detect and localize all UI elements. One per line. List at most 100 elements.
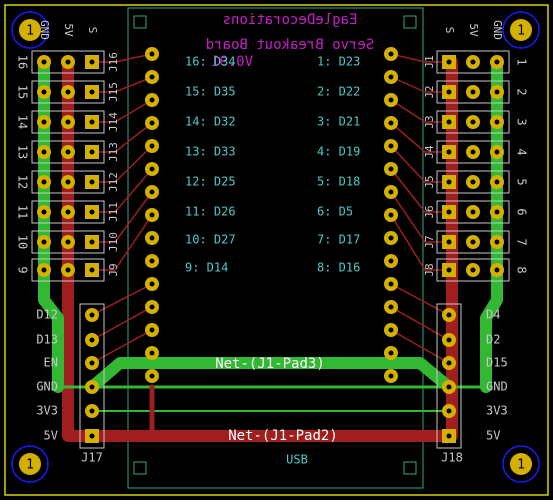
pad-drill [388,120,394,126]
pad-drill [41,209,47,215]
right-connector-ref: J2 [423,85,436,98]
pad-drill [89,59,95,65]
pad-drill [494,119,500,125]
right-connector-ref: J7 [423,235,436,248]
pad-drill [446,360,452,366]
pin-map-left: 13: D33 [185,145,236,159]
left-row-number: 12 [16,175,30,189]
net-label-pad3: Net-(J1-Pad3) [215,356,325,372]
pad-drill [149,281,155,287]
right-connector-ref: J4 [423,145,436,159]
pad-drill [41,239,47,245]
right-col-header: S [443,27,456,34]
pad-drill [149,327,155,333]
pad-drill [149,258,155,264]
pin-map-left: 11: D26 [185,205,236,219]
pad-drill [65,89,71,95]
pad-drill [494,179,500,185]
j18-pin-label: 3V3 [486,404,508,418]
right-row-number: 2 [515,88,529,95]
right-col-header: 5V [467,23,480,37]
pad-drill [149,74,155,80]
pad-drill [388,97,394,103]
pad-drill [446,337,452,343]
pin-map-right: 7: D17 [317,233,360,247]
pad-drill [65,267,71,273]
pad-drill [494,89,500,95]
pad-drill [89,433,95,439]
right-row-number: 7 [515,238,529,245]
left-row-number: 13 [16,145,30,159]
mount-hole-label: 1 [26,458,34,473]
pad-drill [388,51,394,57]
right-col-header: GND [491,20,504,40]
pad-drill [446,179,452,185]
pad-drill [388,373,394,379]
pad-drill [41,89,47,95]
pad-drill [388,235,394,241]
j17-pin-label: EN [44,356,58,370]
pad-drill [149,120,155,126]
right-row-number: 3 [515,118,529,125]
j18-pin-label: D2 [486,333,500,347]
mount-hole-label: 1 [517,458,525,473]
pad-drill [89,179,95,185]
pad-drill [149,166,155,172]
left-col-header: S [86,27,99,34]
pin-map-right: 6: D5 [317,205,353,219]
pin-map-right: 3: D21 [317,115,360,129]
pad-drill [470,89,476,95]
right-connector-ref: J6 [423,205,436,218]
pad-drill [494,239,500,245]
pin-map-left: 14: D32 [185,115,236,129]
pad-drill [65,59,71,65]
pad-drill [494,59,500,65]
mount-hole-label: 1 [26,24,34,39]
pad-drill [65,209,71,215]
pad-drill [89,360,95,366]
pin-map-right: 4: D19 [317,145,360,159]
pad-drill [446,89,452,95]
pad-drill [65,149,71,155]
pad-drill [149,212,155,218]
pad-drill [446,433,452,439]
pad-drill [388,166,394,172]
pad-drill [470,149,476,155]
pad-drill [470,267,476,273]
pad-drill [41,149,47,155]
pad-drill [470,209,476,215]
left-connector-ref: J16 [107,52,120,72]
j17-pin-label: D13 [36,333,58,347]
pad-drill [446,239,452,245]
pad-drill [388,74,394,80]
pad-drill [446,209,452,215]
pad-drill [388,258,394,264]
pad-drill [89,312,95,318]
j18-pin-label: D15 [486,356,508,370]
right-row-number: 5 [515,178,529,185]
right-row-number: 1 [515,58,529,65]
left-row-number: 11 [16,205,30,219]
pad-drill [494,267,500,273]
right-row-number: 6 [515,208,529,215]
mount-hole-label: 1 [517,24,525,39]
pin-map-left: 10: D27 [185,233,236,247]
pad-drill [446,267,452,273]
pad-drill [65,179,71,185]
pad-drill [89,384,95,390]
pad-drill [89,267,95,273]
pad-drill [65,119,71,125]
left-connector-ref: J9 [107,263,120,276]
pad-drill [89,119,95,125]
pad-drill [89,89,95,95]
pad-drill [149,143,155,149]
pad-drill [388,304,394,310]
pad-drill [446,59,452,65]
pad-drill [149,304,155,310]
left-row-number: 9 [16,266,30,273]
pin-map-left: 16: D34 [185,55,236,69]
pad-drill [41,179,47,185]
pad-drill [388,212,394,218]
j17-ref: J17 [81,451,103,465]
right-row-number: 4 [515,148,529,155]
